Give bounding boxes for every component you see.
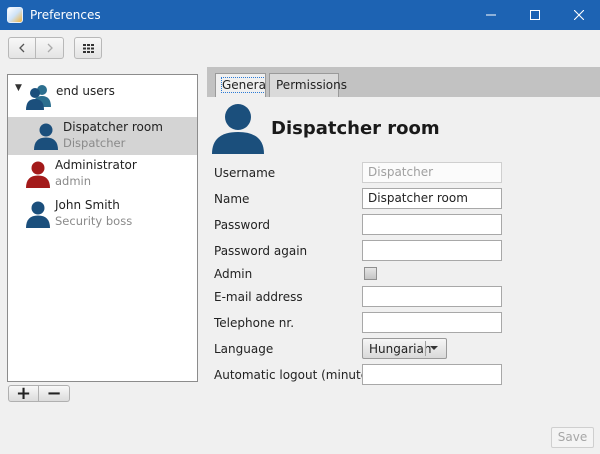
email-label: E-mail address [214, 290, 303, 304]
tab-general[interactable]: General [215, 73, 266, 97]
user-role: Security boss [55, 214, 133, 228]
password-field[interactable] [362, 214, 502, 235]
app-icon [7, 7, 23, 23]
name-label: Name [214, 192, 250, 206]
telephone-label: Telephone nr. [214, 316, 295, 330]
minimize-icon[interactable] [468, 0, 513, 30]
forward-arrow-icon [47, 43, 53, 53]
grid-menu-icon [82, 43, 94, 53]
remove-user-button[interactable]: − [39, 384, 70, 402]
language-select[interactable]: Hungarian [362, 338, 447, 359]
user-name: Dispatcher room [63, 120, 163, 134]
user-role: admin [55, 174, 92, 188]
password-label: Password [214, 218, 271, 232]
page-title: Dispatcher room [271, 118, 440, 139]
user-group-icon [26, 85, 51, 110]
toolbar [0, 30, 600, 67]
username-label: Username [214, 166, 276, 180]
forward-button[interactable] [36, 37, 64, 59]
user-icon [26, 161, 50, 188]
name-field[interactable]: Dispatcher room [362, 188, 502, 209]
window-title: Preferences [30, 8, 101, 22]
select-divider [425, 341, 426, 356]
telephone-field[interactable] [362, 312, 502, 333]
username-field: Dispatcher [362, 162, 502, 183]
tree-root-end-users[interactable]: ▼ end users [8, 79, 197, 111]
password-again-field[interactable] [362, 240, 502, 261]
save-button[interactable]: Save [551, 427, 594, 448]
user-tree[interactable]: ▼ end users Dispatcher room Dispatcher A… [7, 74, 198, 382]
maximize-icon[interactable] [512, 0, 557, 30]
user-avatar-icon [212, 104, 264, 154]
add-user-button[interactable]: + [8, 384, 39, 402]
language-value: Hungarian [369, 342, 432, 356]
auto-logout-label: Automatic logout (minutes) [214, 368, 380, 382]
expand-arrow-icon[interactable]: ▼ [15, 83, 22, 93]
close-icon[interactable] [556, 0, 600, 30]
user-name: John Smith [55, 198, 120, 212]
tab-strip: General Permissions [207, 67, 600, 97]
tree-item-administrator[interactable]: Administrator admin [8, 155, 197, 193]
back-arrow-icon [19, 43, 25, 53]
user-name: Administrator [55, 158, 137, 172]
user-role: Dispatcher [63, 136, 126, 150]
tree-root-label: end users [56, 84, 115, 98]
user-icon [26, 201, 50, 228]
chevron-down-icon [430, 346, 438, 350]
tree-item-john-smith[interactable]: John Smith Security boss [8, 195, 197, 233]
auto-logout-field[interactable] [362, 364, 502, 385]
password-again-label: Password again [214, 244, 308, 258]
menu-button[interactable] [74, 37, 102, 59]
tab-permissions[interactable]: Permissions [269, 73, 347, 97]
detail-panel: General Permissions Dispatcher room User… [207, 67, 600, 397]
back-button[interactable] [8, 37, 36, 59]
title-bar: Preferences [0, 0, 600, 30]
user-icon [34, 123, 58, 150]
language-label: Language [214, 342, 274, 356]
tree-item-dispatcher-room[interactable]: Dispatcher room Dispatcher [8, 117, 197, 155]
admin-checkbox[interactable] [364, 267, 377, 280]
email-field[interactable] [362, 286, 502, 307]
admin-label: Admin [214, 267, 253, 281]
